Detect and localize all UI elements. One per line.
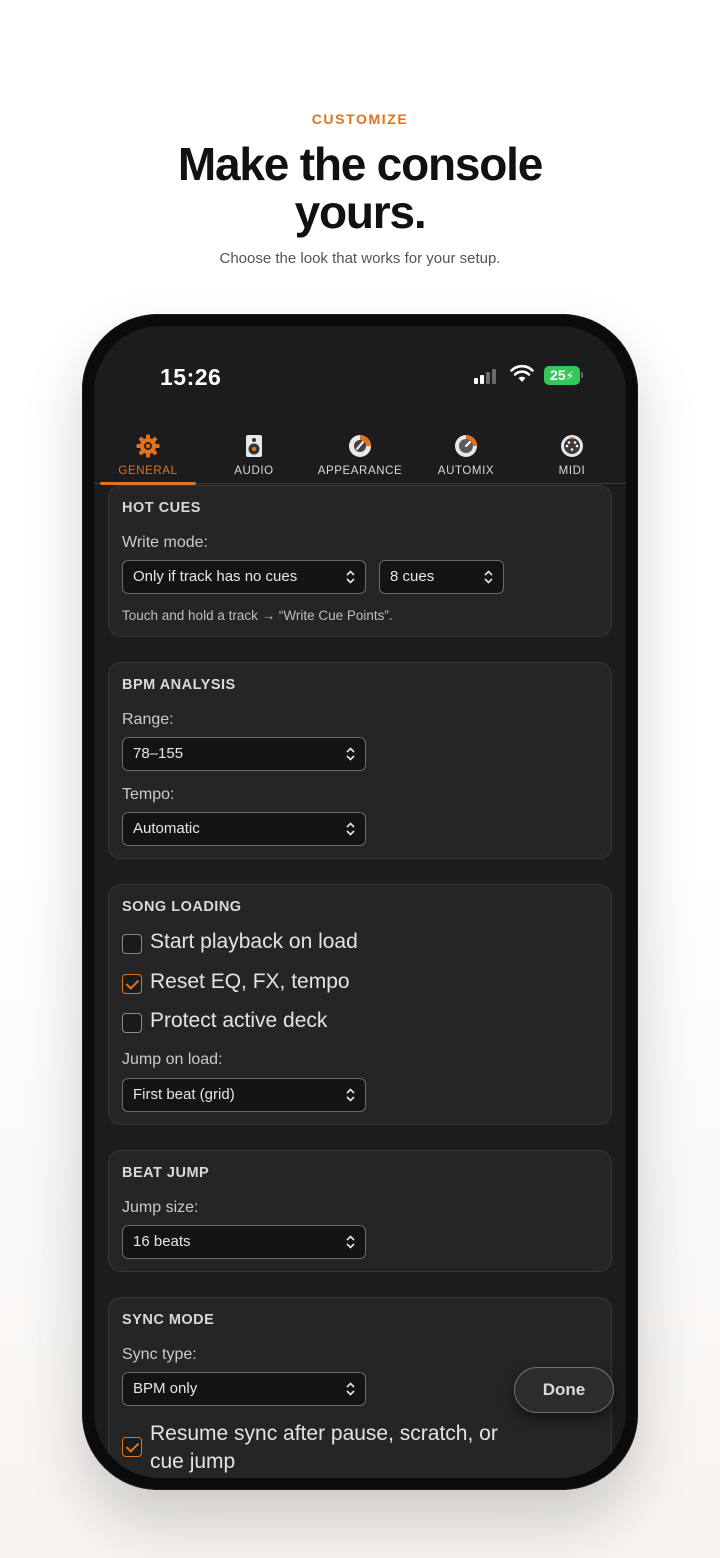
chevron-updown-icon [346,570,355,584]
bpm-range-select[interactable]: 78–155 [122,737,366,771]
gauge-icon [455,435,477,457]
wifi-icon [510,364,534,382]
phone-screen: 15:26 25⚡ GENERAL AUDIO APPEARANCE AUTOM… [94,326,626,1478]
section-title: BPM ANALYSIS [122,677,236,693]
midi-connector-icon [561,435,583,457]
section-title: SONG LOADING [122,899,242,915]
write-mode-select[interactable]: Only if track has no cues [122,560,366,594]
select-value: First beat (grid) [133,1086,235,1103]
hot-cues-card: HOT CUES Write mode: Only if track has n… [108,485,612,637]
bpm-analysis-card: BPM ANALYSIS Range: 78–155 Tempo: Automa… [108,662,612,859]
chevron-updown-icon [346,822,355,836]
gear-icon [136,434,160,458]
checkbox-label: Resume sync after pause, scratch, or cue… [150,1420,498,1476]
section-title: SYNC MODE [122,1312,215,1328]
tab-label: MIDI [558,465,586,477]
hero-headline: Make the console yours. [177,138,543,238]
hot-cues-hint: Touch and hold a track → “Write Cue Poin… [122,608,393,623]
select-value: 78–155 [133,745,184,762]
write-mode-label: Write mode: [122,534,208,551]
select-value: 8 cues [390,568,435,585]
tab-appearance[interactable]: APPEARANCE [312,418,408,484]
chevron-updown-icon [346,747,355,761]
jump-on-load-label: Jump on load: [122,1051,223,1068]
hero-kicker: CUSTOMIZE [311,111,409,127]
checkbox-label-line: Resume sync after pause, scratch, or [150,1422,498,1445]
select-value: 16 beats [133,1233,191,1250]
checkbox-box [122,1437,142,1457]
sync-type-label: Sync type: [122,1346,197,1363]
tab-midi[interactable]: MIDI [524,418,620,484]
status-icons: 25⚡ [474,364,594,388]
select-value: BPM only [133,1380,198,1397]
section-title: BEAT JUMP [122,1165,210,1181]
checkbox-label: Reset EQ, FX, tempo [150,970,350,993]
phone-frame: 15:26 25⚡ GENERAL AUDIO APPEARANCE AUTOM… [82,314,638,1490]
chevron-updown-icon [346,1088,355,1102]
checkbox-box [122,1013,142,1033]
song-loading-card: SONG LOADING Start playback on load Rese… [108,884,612,1125]
tab-label: GENERAL [118,465,178,477]
jump-size-select[interactable]: 16 beats [122,1225,366,1259]
tempo-select[interactable]: Automatic [122,812,366,846]
checkbox-label: Start playback on load [150,930,358,953]
select-value: Only if track has no cues [133,568,298,585]
battery-tip [581,372,583,378]
jump-size-label: Jump size: [122,1199,199,1216]
done-button[interactable]: Done [514,1367,614,1413]
tab-automix[interactable]: AUTOMIX [418,418,514,484]
tab-label: AUDIO [234,465,274,477]
tab-audio[interactable]: AUDIO [206,418,302,484]
battery-icon: 25⚡ [544,366,580,385]
jump-on-load-select[interactable]: First beat (grid) [122,1078,366,1112]
color-wheel-icon [349,435,371,457]
hero-subhead: Choose the look that works for your setu… [219,250,501,267]
checkbox-box [122,974,142,994]
settings-tab-bar: GENERAL AUDIO APPEARANCE AUTOMIX MIDI [94,418,626,485]
checkbox-label-line: cue jump [150,1450,236,1473]
select-value: Automatic [133,820,200,837]
speaker-icon [246,435,262,457]
status-time: 15:26 [160,364,222,390]
chevron-updown-icon [346,1235,355,1249]
chevron-updown-icon [484,570,493,584]
tab-general[interactable]: GENERAL [100,418,196,485]
checkbox-label: Protect active deck [150,1009,328,1032]
range-label: Range: [122,711,174,728]
tempo-label: Tempo: [122,786,175,803]
battery-level: 25 [549,367,566,383]
sync-type-select[interactable]: BPM only [122,1372,366,1406]
section-title: HOT CUES [122,500,201,516]
chevron-updown-icon [346,1382,355,1396]
tab-label: APPEARANCE [317,465,403,477]
tab-label: AUTOMIX [437,465,495,477]
checkbox-box [122,934,142,954]
beat-jump-card: BEAT JUMP Jump size: 16 beats [108,1150,612,1272]
cue-count-select[interactable]: 8 cues [379,560,504,594]
